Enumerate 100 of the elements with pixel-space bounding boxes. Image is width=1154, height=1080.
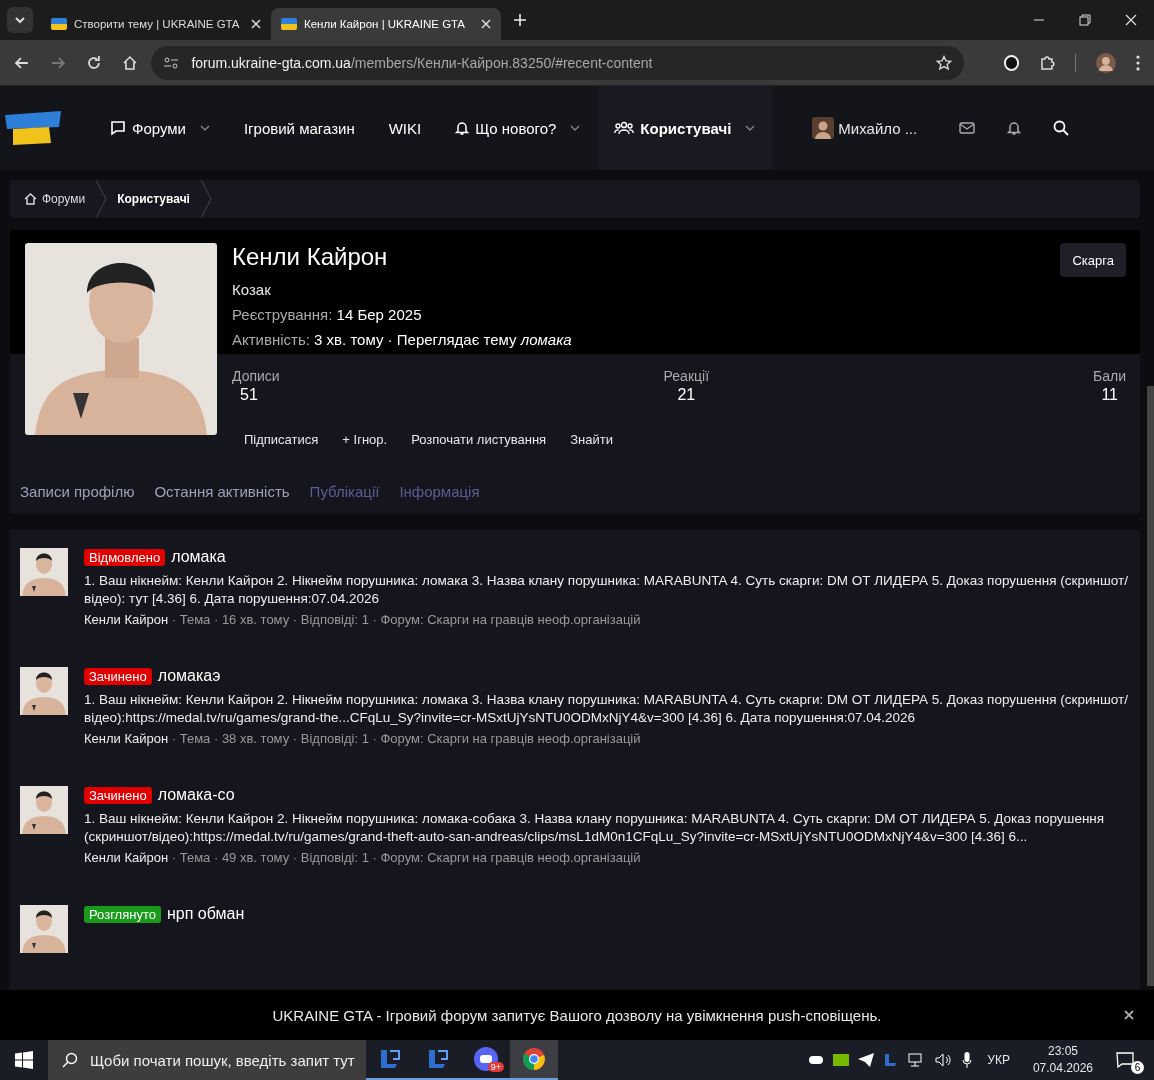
user-name: Михайло ...	[838, 119, 918, 137]
search-icon	[62, 1052, 78, 1068]
registration-date: Реєстрування: 14 Бер 2025	[232, 306, 423, 323]
site-settings-icon[interactable]	[163, 55, 180, 70]
graphics-icon[interactable]	[833, 1054, 850, 1066]
bell-icon[interactable]	[1007, 120, 1022, 136]
tab-title: Кенли Кайрон | UKRAINE GTA	[304, 18, 466, 30]
stat-value: 51	[239, 386, 259, 404]
nav-label: Користувачі	[640, 119, 732, 137]
chat-icon	[110, 120, 126, 136]
menu-icon[interactable]	[1136, 54, 1140, 71]
reload-icon[interactable]	[85, 54, 102, 71]
caret-icon[interactable]	[570, 125, 581, 131]
users-icon	[614, 121, 635, 135]
status-label: Відмовлено	[84, 548, 166, 566]
nav-link[interactable]: Форуми	[93, 86, 227, 170]
star-icon[interactable]	[935, 54, 952, 71]
close-icon[interactable]	[1124, 1010, 1134, 1020]
post-meta: · Тема · 38 хв. тому · Відповіді: 1 · Форум: Скарги на гравців неоф.організацій	[171, 731, 641, 746]
thread-title-link[interactable]: нрп обман	[166, 905, 245, 923]
taskbar-search-field[interactable]: Щоби почати пошук, введіть запит тут	[48, 1040, 366, 1080]
microphone-icon[interactable]	[962, 1052, 973, 1068]
puzzle-icon[interactable]	[1039, 54, 1056, 71]
nav-label: WIKI	[388, 119, 422, 137]
browser-icon	[522, 1047, 546, 1071]
extension-icon[interactable]	[1003, 54, 1020, 71]
stat-label: Дописи	[232, 368, 280, 384]
address-bar[interactable]: forum.ukraine-gta.com.ua/members/Кенли-Кайрон.83250/#recent-content	[151, 45, 964, 80]
launcher-icon	[426, 1047, 450, 1071]
search-icon[interactable]	[1053, 120, 1070, 136]
mail-icon[interactable]	[959, 122, 976, 134]
push-notice-text: UKRAINE GTA - Ігровий форум запитує Вашого дозволу на увімкнення push-сповіщень.	[272, 1006, 882, 1024]
language-indicator[interactable]: УКР	[987, 1053, 1010, 1067]
activity-status: Активність: 3 хв. тому · Переглядає тему ломака	[232, 331, 573, 348]
profile-tab[interactable]: Записи профілю	[20, 483, 135, 500]
clock[interactable]: 23:05 07.04.2026	[1032, 1043, 1093, 1077]
home-icon	[24, 193, 37, 205]
breadcrumb-link[interactable]: Форуми	[24, 192, 96, 206]
author-link[interactable]: Кенли Кайрон	[84, 850, 169, 865]
report-button[interactable]: Скарга	[1060, 243, 1126, 277]
home-icon[interactable]	[121, 54, 138, 71]
taskbar-app[interactable]	[510, 1040, 558, 1080]
post-snippet: 1. Ваш нікнейм: Кенли Кайрон 2. Нікнейм порушника: ломака-собака 3. Назва клану порушника: MARABUNTA 4. Суть скарги: DM ОТ ЛИДЕРА 5. Доказ порушення (скриншот/відео):https://medal.tv/ru/games/grand-theft-auto-san-andreas/clips/msL1dM0n1CFqLu_Sy?invite=cr-MSxtUjYsNTU0ODMxNjY4&v=300 [4.36] 6...	[84, 810, 1106, 846]
bell-icon	[455, 120, 470, 136]
restore-icon[interactable]	[1079, 14, 1091, 26]
nav-label: Форуми	[132, 119, 186, 137]
logo-icon[interactable]	[3, 111, 63, 145]
site-favicon-icon	[51, 18, 67, 30]
author-link[interactable]: Кенли Кайрон	[84, 731, 169, 746]
account-link[interactable]: Михайло ...	[812, 117, 918, 139]
tab-title: Створити тему | UKRAINE GTA	[74, 18, 241, 30]
breadcrumb-link[interactable]: Користувачі	[107, 192, 200, 206]
notification-badge: 9+	[487, 1062, 504, 1072]
post-meta: · Тема · 16 хв. тому · Відповіді: 1 · Форум: Скарги на гравців неоф.організацій	[171, 612, 641, 627]
post-meta: · Тема · 49 хв. тому · Відповіді: 1 · Форум: Скарги на гравців неоф.організацій	[171, 850, 641, 865]
thread-title-link[interactable]: ломака	[171, 548, 226, 566]
profile-tab[interactable]: Остання активність	[154, 483, 290, 500]
thread-title-link[interactable]: ломакаэ	[157, 667, 221, 685]
profile-avatar-icon[interactable]	[1096, 52, 1117, 73]
site-favicon-icon	[281, 18, 297, 30]
windows-start-icon[interactable]	[15, 1051, 33, 1069]
notification-center-button[interactable]: 6	[1116, 1046, 1144, 1074]
post-snippet: 1. Ваш нікнейм: Кенли Кайрон 2. Нікнейм порушника: ломака 3. Назва клану порушника: MARABUNTA 4. Суть скарги: DM ОТ ЛИДЕРА 5. Доказ порушення (скриншот/відео):https://medal.tv/ru/games/grand-the...CFqLu_Sy?invite=cr-MSxtUjYsNTU0ODMxNjY4&v=300 [4.36] 6. Дата порушення:07.04.2026	[84, 691, 1129, 727]
user-avatar-icon	[812, 117, 835, 139]
stat-label: Реакції	[663, 368, 710, 384]
profile-action-link[interactable]: + Ігнор.	[342, 432, 388, 447]
status-label: Зачинено	[84, 786, 152, 804]
new-tab-icon[interactable]	[513, 13, 527, 27]
speaker-icon[interactable]	[935, 1053, 954, 1067]
nav-label: Ігровий магазин	[243, 119, 355, 137]
status-label: Розглянуто	[84, 905, 161, 923]
scrollbar[interactable]	[1147, 386, 1154, 986]
stat-label: Бали	[1093, 368, 1126, 384]
forward-icon[interactable]	[49, 54, 66, 71]
nav-link[interactable]: Користувачі	[597, 86, 773, 170]
stat-value: 11	[1100, 386, 1119, 404]
nav-label: Що нового?	[475, 119, 557, 137]
author-link[interactable]: Кенли Кайрон	[84, 612, 169, 627]
nav-link[interactable]: WIKI	[371, 86, 439, 170]
stat-value: 21	[676, 386, 697, 404]
post-snippet: 1. Ваш нікнейм: Кенли Кайрон 2. Нікнейм порушника: ломака 3. Назва клану порушника: MARABUNTA 4. Суть скарги: DM ОТ ЛИДЕРА 5. Доказ порушення (скриншот/відео): тут [4.36] 6. Дата порушення:07.04.2026	[84, 572, 1129, 608]
tab-search-button[interactable]	[7, 7, 33, 33]
nav-link[interactable]: Ігровий магазин	[226, 86, 372, 170]
status-label: Зачинено	[84, 667, 152, 685]
member-name: Кенли Кайрон	[232, 243, 389, 271]
caret-icon[interactable]	[745, 125, 756, 131]
chevron-icon	[199, 180, 212, 218]
profile-action-link[interactable]: Знайти	[570, 432, 613, 447]
caret-icon[interactable]	[199, 125, 210, 131]
member-title: Козак	[232, 281, 272, 298]
chevron-icon	[95, 180, 108, 218]
launcher-icon	[378, 1047, 402, 1071]
profile-action-link[interactable]: Підписатися	[244, 432, 319, 447]
browser-tab[interactable]: Кенли Кайрон | UKRAINE GTA	[271, 8, 501, 40]
profile-action-link[interactable]: Розпочати листування	[411, 432, 547, 447]
gamepad-icon[interactable]	[808, 1054, 825, 1066]
browser-tab[interactable]: Створити тему | UKRAINE GTA	[41, 8, 271, 40]
nav-link[interactable]: Що нового?	[438, 86, 598, 170]
thread-title-link[interactable]: ломака-со	[157, 786, 235, 804]
paper-plane-icon[interactable]	[858, 1053, 875, 1067]
